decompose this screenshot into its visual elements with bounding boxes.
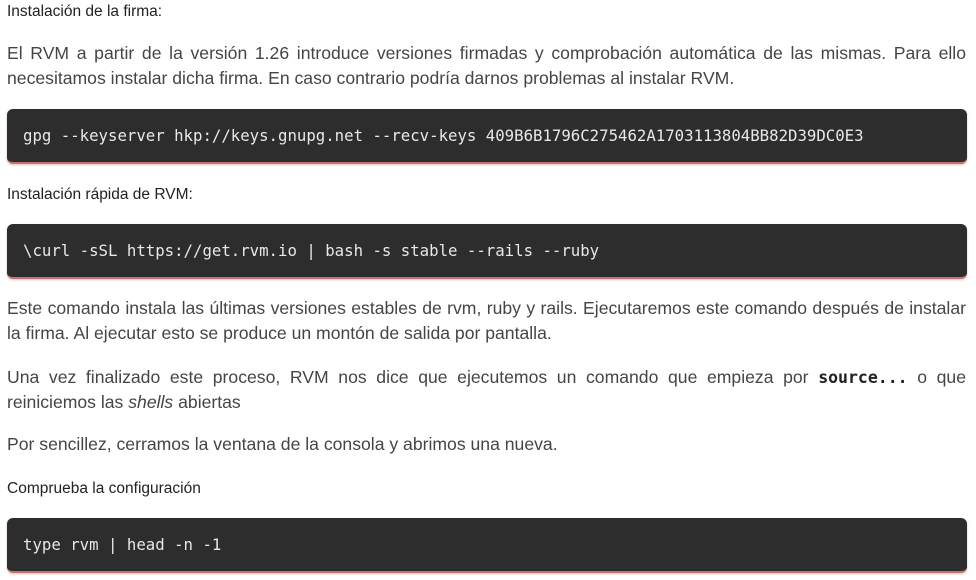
- proceso-text-before: Una vez finalizado este proceso, RVM nos…: [7, 367, 809, 387]
- inline-code-source: source...: [818, 368, 908, 387]
- proceso-text-shells: shells: [128, 392, 174, 412]
- code-gpg-command[interactable]: gpg --keyserver hkp://keys.gnupg.net --r…: [23, 126, 864, 145]
- code-block-curl[interactable]: \curl -sSL https://get.rvm.io | bash -s …: [7, 224, 967, 279]
- paragraph-sencillez: Por sencillez, cerramos la ventana de la…: [7, 434, 558, 454]
- code-block-type-rvm[interactable]: type rvm | head -n -1: [7, 518, 967, 573]
- paragraph-firma: El RVM a partir de la versión 1.26 intro…: [7, 43, 966, 88]
- proceso-text-after: abiertas: [178, 392, 241, 412]
- code-type-rvm-command[interactable]: type rvm | head -n -1: [23, 535, 221, 554]
- code-block-gpg[interactable]: gpg --keyserver hkp://keys.gnupg.net --r…: [7, 109, 967, 164]
- code-curl-command[interactable]: \curl -sSL https://get.rvm.io | bash -s …: [23, 241, 599, 260]
- paragraph-proceso: Una vez finalizado este proceso, RVM nos…: [7, 365, 966, 415]
- paragraph-comando: Este comando instala las últimas version…: [7, 298, 966, 343]
- heading-comprueba-configuracion: Comprueba la configuración: [7, 480, 201, 497]
- heading-instalacion-firma: Instalación de la firma:: [7, 3, 163, 20]
- heading-instalacion-rapida: Instalación rápida de RVM:: [7, 186, 193, 203]
